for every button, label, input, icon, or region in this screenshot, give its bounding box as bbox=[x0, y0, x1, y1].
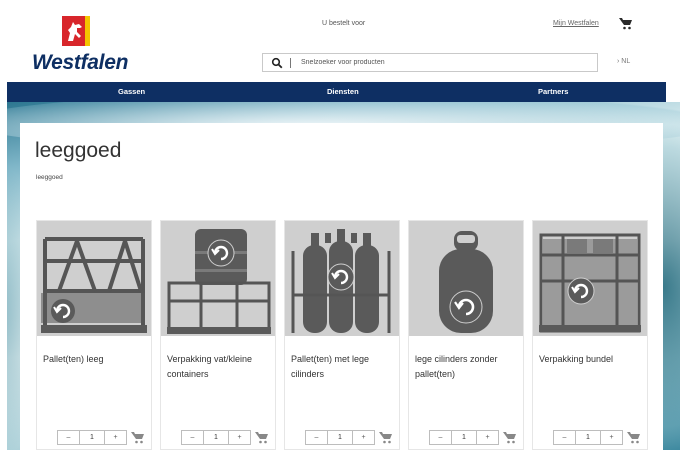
qty-minus-button[interactable]: – bbox=[306, 431, 328, 444]
main-nav: Gassen Diensten Partners bbox=[7, 82, 666, 102]
qty-value[interactable]: 1 bbox=[80, 431, 104, 444]
westfalen-logo[interactable]: Westfalen bbox=[32, 16, 148, 76]
qty-plus-button[interactable]: + bbox=[476, 431, 498, 444]
cart-icon[interactable] bbox=[503, 431, 517, 444]
product-title[interactable]: Verpakking bundel bbox=[539, 352, 643, 367]
empty-pallet-icon bbox=[37, 221, 151, 336]
nav-item-diensten[interactable]: Diensten bbox=[327, 87, 359, 96]
content-panel: leeggoed leeggoed Pallet(ten) leeg – 1 +… bbox=[20, 123, 663, 450]
product-card[interactable]: Pallet(ten) leeg – 1 + bbox=[36, 220, 152, 450]
product-image[interactable] bbox=[161, 221, 275, 336]
search-icon[interactable] bbox=[271, 57, 283, 69]
qty-plus-button[interactable]: + bbox=[104, 431, 126, 444]
nav-item-partners[interactable]: Partners bbox=[538, 87, 568, 96]
product-image[interactable] bbox=[37, 221, 151, 336]
qty-value[interactable]: 1 bbox=[576, 431, 600, 444]
product-card[interactable]: Verpakking vat/kleine containers – 1 + bbox=[160, 220, 276, 450]
page-title: leeggoed bbox=[35, 139, 122, 162]
single-cylinder-icon bbox=[409, 221, 523, 336]
order-for-label[interactable]: U bestelt voor bbox=[322, 20, 365, 27]
product-image[interactable] bbox=[409, 221, 523, 336]
my-account-link[interactable]: Mijn Westfalen bbox=[553, 20, 599, 27]
product-image[interactable] bbox=[533, 221, 647, 336]
quantity-stepper: – 1 + bbox=[553, 430, 623, 445]
qty-value[interactable]: 1 bbox=[204, 431, 228, 444]
product-card[interactable]: Pallet(ten) met lege cilinders – 1 + bbox=[284, 220, 400, 450]
search-divider bbox=[290, 58, 291, 68]
quantity-stepper: – 1 + bbox=[181, 430, 251, 445]
cart-icon[interactable] bbox=[627, 431, 641, 444]
bundle-icon bbox=[533, 221, 647, 336]
header: Westfalen U bestelt voor Mijn Westfalen … bbox=[0, 0, 680, 82]
product-title[interactable]: lege cilinders zonder pallet(ten) bbox=[415, 352, 519, 382]
qty-minus-button[interactable]: – bbox=[430, 431, 452, 444]
qty-plus-button[interactable]: + bbox=[228, 431, 250, 444]
quantity-stepper: – 1 + bbox=[305, 430, 375, 445]
drum-container-icon bbox=[161, 221, 275, 336]
nav-item-gassen[interactable]: Gassen bbox=[118, 87, 145, 96]
cart-icon[interactable] bbox=[619, 17, 633, 30]
qty-value[interactable]: 1 bbox=[328, 431, 352, 444]
qty-plus-button[interactable]: + bbox=[352, 431, 374, 444]
horse-logo-icon bbox=[62, 16, 90, 46]
cart-icon[interactable] bbox=[131, 431, 145, 444]
search-input[interactable] bbox=[301, 54, 591, 71]
qty-value[interactable]: 1 bbox=[452, 431, 476, 444]
cart-icon[interactable] bbox=[255, 431, 269, 444]
product-title[interactable]: Pallet(ten) met lege cilinders bbox=[291, 352, 395, 382]
product-image[interactable] bbox=[285, 221, 399, 336]
product-card[interactable]: Verpakking bundel – 1 + bbox=[532, 220, 648, 450]
quantity-stepper: – 1 + bbox=[429, 430, 499, 445]
qty-plus-button[interactable]: + bbox=[600, 431, 622, 444]
cart-icon[interactable] bbox=[379, 431, 393, 444]
brand-name: Westfalen bbox=[32, 51, 129, 74]
product-title[interactable]: Verpakking vat/kleine containers bbox=[167, 352, 271, 382]
search-bar bbox=[262, 53, 598, 72]
language-selector[interactable]: › NL bbox=[617, 58, 630, 65]
product-card[interactable]: lege cilinders zonder pallet(ten) – 1 + bbox=[408, 220, 524, 450]
cylinder-pallet-icon bbox=[285, 221, 399, 336]
breadcrumb[interactable]: leeggoed bbox=[36, 174, 63, 181]
qty-minus-button[interactable]: – bbox=[554, 431, 576, 444]
qty-minus-button[interactable]: – bbox=[58, 431, 80, 444]
product-title[interactable]: Pallet(ten) leeg bbox=[43, 352, 147, 367]
qty-minus-button[interactable]: – bbox=[182, 431, 204, 444]
quantity-stepper: – 1 + bbox=[57, 430, 127, 445]
